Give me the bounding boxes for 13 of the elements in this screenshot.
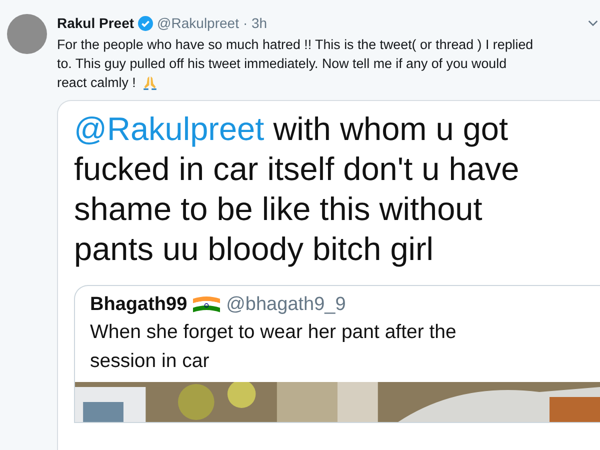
tweet-text: For the people who have so much hatred !! This is the tweet( or thread ) I replied to. This guy pulled off his tweet immediately. Now tell me if any of you would react calmly ! bbox=[57, 36, 534, 92]
user-handle[interactable]: @Rakulpreet bbox=[157, 15, 239, 31]
reply-text: @Rakulpreet with whom u got fucked in car itself don't u have shame to be like this without pants uu bloody bitch girl bbox=[74, 110, 520, 269]
quoted-tweet[interactable]: Bhagath99 @bhagath9_9 When she forget to wear her pant after the session in car bbox=[74, 285, 600, 423]
chevron-icon[interactable] bbox=[588, 20, 598, 26]
avatar[interactable] bbox=[7, 14, 47, 54]
flag-icon bbox=[193, 295, 220, 315]
user-name[interactable]: Rakul Preet bbox=[57, 15, 134, 31]
quoted-tweet-text: When she forget to wear her pant after the session in car bbox=[90, 320, 458, 374]
quoted-user-name: Bhagath99 bbox=[90, 294, 188, 316]
tweet-time: · 3h bbox=[242, 15, 268, 31]
quoted-user-handle: @bhagath9_9 bbox=[226, 294, 346, 316]
praying-hands-icon bbox=[142, 74, 158, 90]
